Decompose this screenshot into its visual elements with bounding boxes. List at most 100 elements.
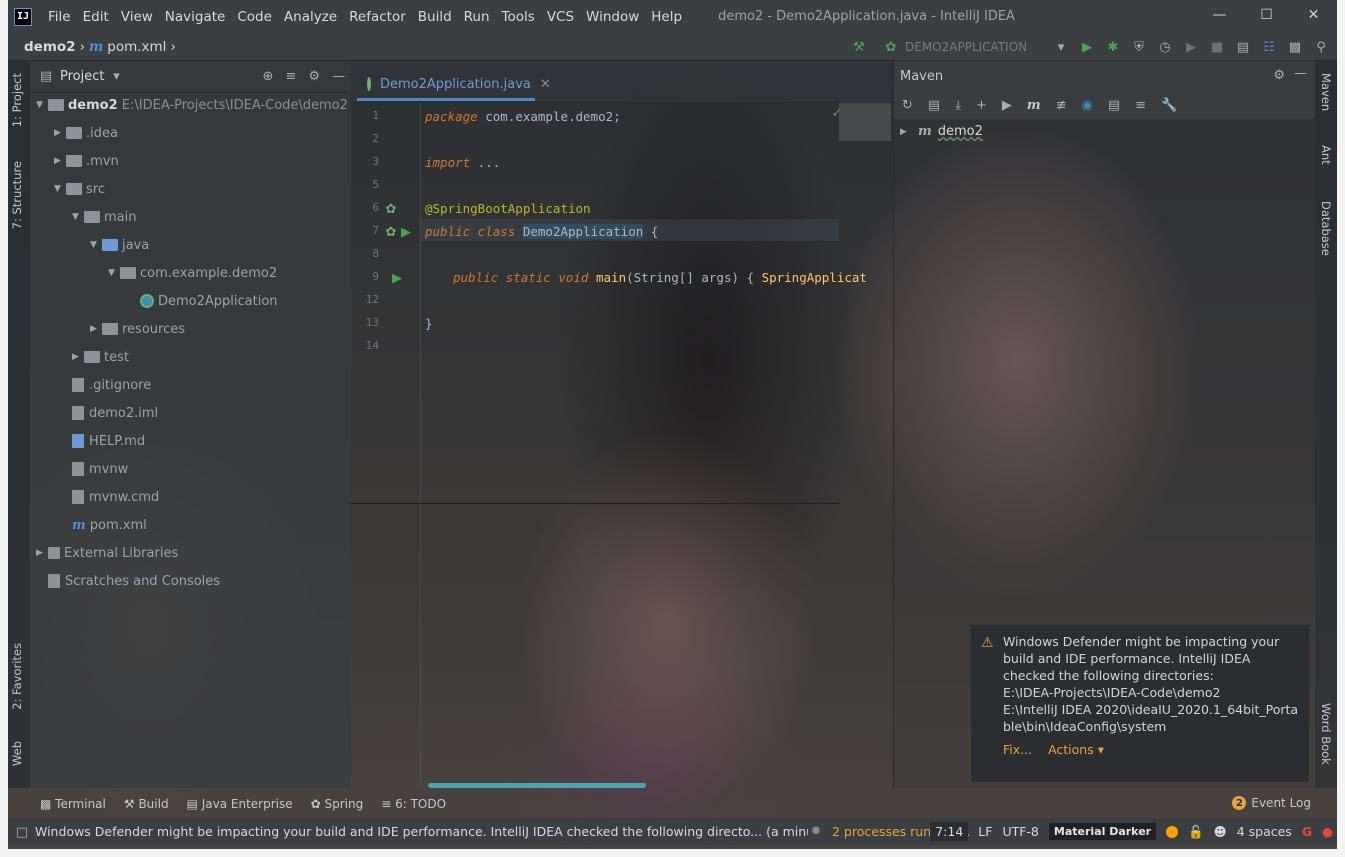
tree-item-mvn[interactable]: ▶ .mvn [54, 151, 119, 171]
maven-execute-icon[interactable]: m [1027, 98, 1041, 113]
line-separator[interactable]: LF [978, 824, 992, 839]
tab-spring[interactable]: ✿ Spring [311, 797, 364, 811]
tree-item-test[interactable]: ▶ test [72, 347, 129, 367]
indent-setting[interactable]: 4 spaces [1237, 824, 1292, 839]
tree-item-demo2application[interactable]: Demo2Application [140, 291, 278, 311]
tree-item-pom[interactable]: m pom.xml [72, 515, 147, 535]
menu-analyze[interactable]: Analyze [278, 9, 343, 25]
gear-icon[interactable]: ⚙ [308, 69, 320, 84]
plus-icon[interactable]: + [976, 98, 987, 113]
tree-item-iml[interactable]: demo2.iml [72, 403, 158, 423]
spring-bean-gutter-icon[interactable]: ✿ [383, 224, 399, 240]
close-button[interactable]: ✕ [1290, 0, 1337, 30]
breadcrumb-file[interactable]: pom.xml [107, 39, 166, 55]
chevron-down-icon[interactable]: ▾ [108, 69, 124, 85]
gear-icon[interactable]: ⚙ [1273, 68, 1285, 83]
tab-favorites[interactable]: 2: Favorites [10, 643, 24, 710]
maven-project-item[interactable]: ▶ m demo2 [900, 124, 983, 139]
tree-item-demo2[interactable]: ▼ demo2 E:\IDEA-Projects\IDEA-Code\demo2 [36, 95, 348, 115]
run-gutter-icon[interactable]: ▶ [389, 270, 405, 286]
add-project-icon[interactable]: ▤ [928, 98, 940, 113]
hide-icon[interactable]: — [332, 69, 345, 84]
tree-item-mvnw-cmd[interactable]: mvnw.cmd [72, 487, 159, 507]
tab-project[interactable]: 1: Project [10, 73, 24, 127]
menu-code[interactable]: Code [231, 9, 278, 25]
fix-link[interactable]: Fix... [1003, 741, 1032, 758]
spring-bean-gutter-icon[interactable]: ✿ [383, 201, 399, 217]
tree-item-mvnw[interactable]: mvnw [72, 459, 128, 479]
breadcrumb-project[interactable]: demo2 [24, 39, 76, 55]
event-log-tab[interactable]: 2 Event Log [1232, 796, 1311, 810]
google-translate-icon[interactable]: G [1302, 824, 1312, 839]
coverage-icon[interactable]: ⛨ [1131, 39, 1147, 55]
menu-refactor[interactable]: Refactor [343, 9, 412, 25]
run-icon[interactable]: ▶ [1079, 39, 1095, 55]
wrench-icon[interactable]: 🔧 [1161, 98, 1177, 113]
tree-item-scratches[interactable]: Scratches and Consoles [48, 571, 220, 591]
run-configuration-dropdown[interactable]: ✿ DEMO2APPLICATION ▾ [877, 37, 1069, 57]
maximize-button[interactable]: ☐ [1243, 0, 1290, 30]
run-icon[interactable]: ▶ [1002, 98, 1012, 113]
horizontal-scrollbar[interactable] [428, 783, 646, 788]
menu-file[interactable]: File [42, 9, 77, 25]
profile-icon[interactable]: ◷ [1157, 39, 1173, 55]
menu-window[interactable]: Window [580, 9, 645, 25]
code-editor[interactable]: 1 2 3 5 6 7 8 9 12 13 14 ✿ ✿ ▶ ▶ package… [351, 103, 867, 788]
tab-database[interactable]: Database [1319, 201, 1333, 256]
menu-view[interactable]: View [115, 9, 159, 25]
project-structure-icon[interactable]: ▤ [1235, 39, 1251, 55]
tab-web[interactable]: Web [10, 741, 24, 766]
caret-position[interactable]: 7:14 [930, 822, 969, 841]
lock-icon[interactable]: 🔓 [1188, 824, 1204, 840]
show-dependencies-icon[interactable]: ▤ [1108, 98, 1120, 113]
tree-item-resources[interactable]: ▶ resources [90, 319, 185, 339]
tab-demo2application-java[interactable]: Demo2Application.java ✕ [357, 70, 551, 101]
menu-run[interactable]: Run [458, 9, 496, 25]
menu-edit[interactable]: Edit [77, 9, 115, 25]
project-panel-title[interactable]: Project [60, 69, 104, 84]
tree-item-package[interactable]: ▼ com.example.demo2 [108, 263, 277, 283]
actions-dropdown[interactable]: Actions ▾ [1048, 741, 1104, 758]
tab-ant[interactable]: Ant [1319, 145, 1333, 165]
menu-build[interactable]: Build [412, 9, 458, 25]
inspector-icon[interactable]: ☻ [1214, 824, 1227, 839]
locate-icon[interactable]: ⊕ [263, 69, 274, 84]
skip-tests-icon[interactable]: ◉ [1082, 98, 1093, 113]
toggle-offline-icon[interactable]: ≢ [1056, 98, 1067, 113]
minimap[interactable] [839, 103, 891, 141]
search-icon[interactable]: ⚲ [1313, 39, 1329, 55]
minimize-button[interactable]: — [1196, 0, 1243, 30]
tree-item-help-md[interactable]: HELP.md [72, 431, 145, 451]
download-icon[interactable]: ⤓ [955, 98, 961, 113]
theme-badge[interactable]: Material Darker [1048, 823, 1157, 840]
stop-icon[interactable]: ■ [1209, 39, 1225, 55]
build-hammer-icon[interactable]: ⚒ [851, 39, 867, 55]
tab-build[interactable]: ⚒ Build [124, 797, 169, 811]
tab-structure[interactable]: 7: Structure [10, 161, 24, 229]
tab-word-book[interactable]: Word Book [1319, 703, 1333, 765]
file-encoding[interactable]: UTF-8 [1002, 824, 1038, 839]
translate-icon[interactable]: ☷ [1261, 39, 1277, 55]
tab-maven[interactable]: Maven [1319, 73, 1333, 111]
tab-todo[interactable]: ≡ 6: TODO [381, 797, 446, 811]
tree-item-idea[interactable]: ▶ .idea [54, 123, 118, 143]
collapse-all-icon[interactable]: ≡ [1135, 98, 1146, 113]
collapse-all-icon[interactable]: ≡ [285, 69, 296, 84]
tree-item-external-libraries[interactable]: ▶ External Libraries [36, 543, 178, 563]
menu-help[interactable]: Help [645, 9, 688, 25]
menu-vcs[interactable]: VCS [541, 9, 580, 25]
tool-windows-icon[interactable]: □ [14, 824, 30, 840]
tree-item-gitignore[interactable]: .gitignore [72, 375, 151, 395]
tree-item-src[interactable]: ▼ src [54, 179, 105, 199]
status-message[interactable]: Windows Defender might be impacting your… [8, 824, 808, 839]
error-icon[interactable]: ● [1322, 824, 1333, 839]
close-icon[interactable]: ✕ [540, 77, 551, 92]
tree-item-main[interactable]: ▼ main [72, 207, 136, 227]
tab-java-enterprise[interactable]: ▤ Java Enterprise [187, 797, 293, 811]
debug-icon[interactable]: ✱ [1105, 39, 1121, 55]
run-gutter-icon[interactable]: ▶ [398, 224, 414, 240]
stop-run-icon[interactable]: ▶ [1183, 39, 1199, 55]
reload-icon[interactable]: ↻ [902, 98, 913, 113]
terminal-icon[interactable]: ▩ [1287, 39, 1303, 55]
menu-tools[interactable]: Tools [496, 9, 541, 25]
